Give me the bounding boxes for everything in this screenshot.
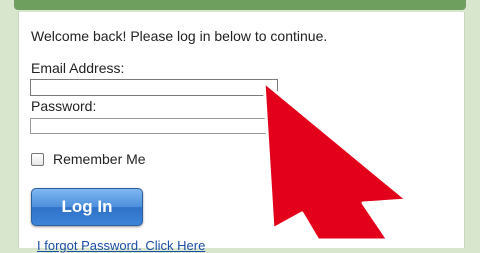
welcome-message: Welcome back! Please log in below to con… xyxy=(31,28,328,44)
password-field-box xyxy=(30,118,278,135)
email-input[interactable] xyxy=(31,81,277,97)
remember-me-checkbox[interactable] xyxy=(31,152,44,166)
remember-me-row[interactable]: Remember Me xyxy=(31,151,146,167)
remember-me-label: Remember Me xyxy=(53,151,146,167)
password-label: Password: xyxy=(31,98,97,114)
login-panel: Welcome back! Please log in below to con… xyxy=(18,12,465,253)
log-in-button[interactable]: Log In xyxy=(31,188,143,226)
email-label: Email Address: xyxy=(31,60,125,76)
password-input[interactable] xyxy=(31,121,277,135)
header-bar xyxy=(14,0,466,10)
email-field-box xyxy=(30,79,278,97)
forgot-password-link[interactable]: I forgot Password. Click Here xyxy=(37,238,205,253)
